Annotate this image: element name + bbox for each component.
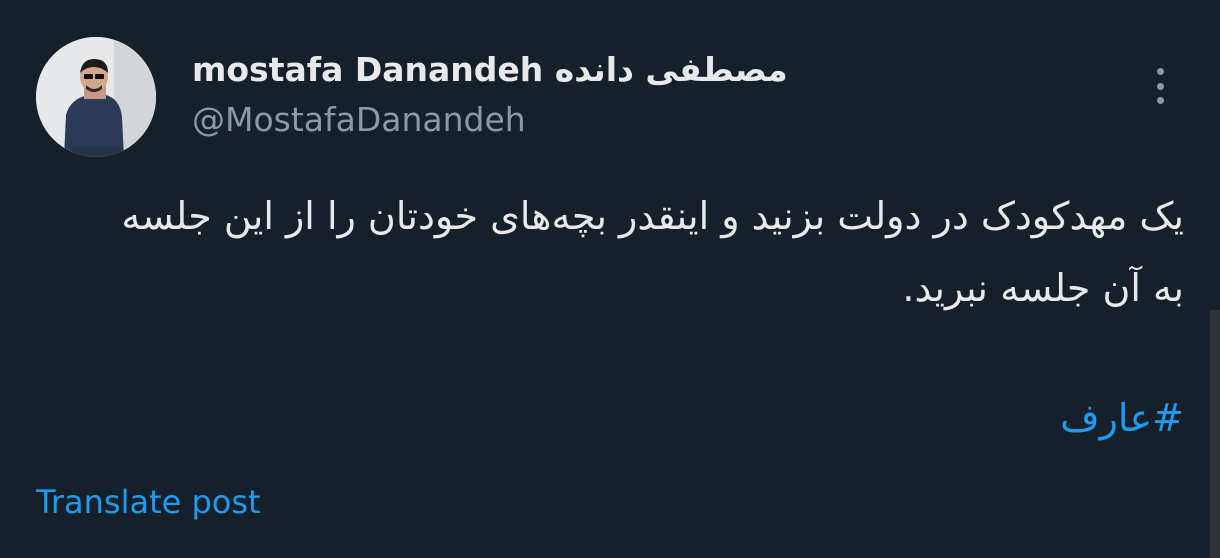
more-vertical-icon (1156, 68, 1164, 75)
more-options-button[interactable] (1142, 64, 1178, 108)
avatar[interactable] (36, 37, 156, 157)
post-card: mostafa Danandeh مصطفی دانده @MostafaDan… (0, 0, 1220, 558)
author-display-name[interactable]: mostafa Danandeh مصطفی دانده (192, 50, 788, 90)
author-handle[interactable]: @MostafaDanandeh (192, 100, 526, 140)
more-vertical-icon-dot (1156, 97, 1164, 104)
post-text: یک مهدکودک در دولت بزنید و اینقدر بچه‌ها… (121, 194, 1184, 310)
more-vertical-icon-dot (1156, 82, 1164, 90)
hashtag-link[interactable]: #عارف (1060, 382, 1184, 454)
avatar-photo (36, 37, 156, 157)
scrollbar[interactable] (1210, 310, 1220, 558)
translate-post-link[interactable]: Translate post (36, 480, 261, 524)
